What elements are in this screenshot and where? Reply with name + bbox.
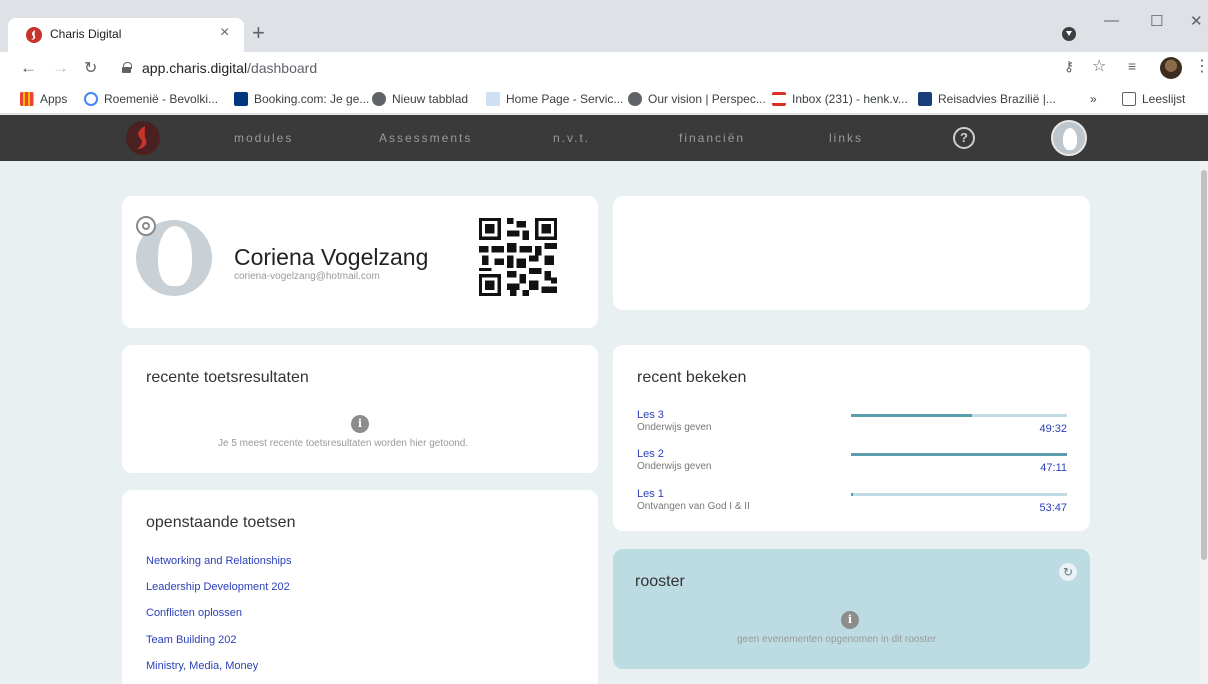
minimize-icon[interactable]: — — [1104, 12, 1119, 29]
gmail-icon — [772, 92, 786, 106]
new-tab-button[interactable]: + — [252, 22, 265, 44]
tab-search-icon[interactable] — [1062, 27, 1076, 41]
lock-icon[interactable] — [122, 62, 132, 73]
progress-bar — [851, 414, 1067, 417]
media-control-icon[interactable]: ≡ — [1128, 58, 1136, 74]
bookmark-item[interactable]: Our vision | Perspec... — [628, 92, 766, 106]
recent-item[interactable]: Les 2 Onderwijs geven 47:11 — [637, 448, 1067, 480]
profile-name: Coriena Vogelzang — [234, 244, 429, 270]
url-text[interactable]: app.charis.digital/dashboard — [142, 60, 317, 76]
chrome-icon — [372, 92, 386, 106]
progress-bar — [851, 453, 1067, 456]
bookmarks-overflow-icon[interactable]: » — [1090, 92, 1097, 106]
nav-assessments[interactable]: Assessments — [379, 131, 472, 145]
recent-item[interactable]: Les 1 Ontvangen van God I & II 53:47 — [637, 488, 1067, 520]
charis-logo-icon[interactable] — [126, 121, 160, 155]
recently-viewed-card: recent bekeken Les 3 Onderwijs geven 49:… — [613, 345, 1090, 531]
schedule-card: rooster ↻ i geen evenementen opgenomen i… — [613, 549, 1090, 669]
open-test-link[interactable]: Conflicten oplossen — [146, 607, 242, 619]
info-icon: i — [351, 415, 369, 433]
bookmark-item[interactable]: Roemenië - Bevolki... — [84, 92, 218, 106]
open-test-link[interactable]: Leadership Development 202 — [146, 581, 290, 593]
browser-tab[interactable]: Charis Digital × — [8, 18, 244, 52]
bookmark-item[interactable]: Home Page - Servic... — [486, 92, 623, 106]
star-icon[interactable]: ☆ — [1092, 56, 1106, 76]
open-tests-title: openstaande toetsen — [146, 514, 296, 531]
globe-icon — [84, 92, 98, 106]
nav-links[interactable]: links — [829, 131, 863, 145]
recent-item-subtitle: Onderwijs geven — [637, 461, 712, 472]
profile-card: Coriena Vogelzang coriena-vogelzang@hotm… — [122, 196, 598, 328]
reading-list-button[interactable]: Leeslijst — [1122, 92, 1185, 106]
profile-email: coriena-vogelzang@hotmail.com — [234, 271, 380, 282]
nav-modules[interactable]: modules — [234, 131, 293, 145]
user-avatar-icon[interactable] — [1051, 120, 1087, 156]
bookmark-item[interactable]: Booking.com: Je ge... — [234, 92, 369, 106]
chrome-icon — [628, 92, 642, 106]
menu-icon[interactable]: ⋮ — [1194, 56, 1208, 76]
scrollbar-thumb[interactable] — [1201, 170, 1207, 560]
recent-results-empty-message: Je 5 meest recente toetsresultaten worde… — [218, 438, 469, 449]
close-window-icon[interactable]: ✕ — [1190, 12, 1203, 30]
info-icon: i — [841, 611, 859, 629]
bookmark-item[interactable]: Nieuw tabblad — [372, 92, 468, 106]
open-test-link[interactable]: Networking and Relationships — [146, 555, 292, 567]
browser-tab-strip: Charis Digital × + — ☐ ✕ — [0, 0, 1208, 52]
tab-title: Charis Digital — [50, 27, 122, 41]
recent-item-title[interactable]: Les 1 — [637, 488, 664, 500]
schedule-title: rooster — [635, 573, 685, 590]
schedule-empty-message: geen evenementen opgenomen in dit rooste… — [737, 634, 937, 645]
recent-item-time: 47:11 — [1040, 462, 1067, 474]
recently-viewed-title: recent bekeken — [637, 369, 747, 386]
key-icon[interactable]: ⚷ — [1064, 58, 1074, 75]
open-test-link[interactable]: Ministry, Media, Money — [146, 660, 258, 672]
site-navbar: modules Assessments n.v.t. financiën lin… — [0, 115, 1208, 161]
progress-fill — [851, 493, 854, 496]
profile-avatar-icon[interactable] — [1160, 57, 1182, 79]
reload-icon[interactable]: ↻ — [84, 58, 97, 78]
refresh-icon[interactable]: ↻ — [1059, 563, 1077, 581]
maximize-icon[interactable]: ☐ — [1150, 12, 1163, 30]
recent-item-subtitle: Ontvangen van God I & II — [637, 501, 750, 512]
back-icon[interactable]: ← — [20, 58, 37, 78]
recent-results-card: recente toetsresultaten i Je 5 meest rec… — [122, 345, 598, 473]
recent-item[interactable]: Les 3 Onderwijs geven 49:32 — [637, 409, 1067, 441]
address-bar[interactable]: app.charis.digital/dashboard — [112, 56, 1048, 82]
bookmark-item[interactable]: Reisadvies Brazilië |... — [918, 92, 1056, 106]
recent-item-time: 49:32 — [1039, 423, 1067, 435]
recent-item-subtitle: Onderwijs geven — [637, 422, 712, 433]
nav-nvt[interactable]: n.v.t. — [553, 131, 590, 145]
bookmark-apps[interactable]: Apps — [20, 92, 67, 106]
open-tests-card: openstaande toetsen Networking and Relat… — [122, 490, 598, 684]
browser-toolbar: ← → ↻ app.charis.digital/dashboard ⚷ ☆ ≡… — [0, 52, 1208, 86]
open-test-link[interactable]: Team Building 202 — [146, 634, 237, 646]
document-icon — [486, 92, 500, 106]
help-icon[interactable]: ? — [953, 127, 975, 149]
recent-results-title: recente toetsresultaten — [146, 369, 309, 386]
nav-financien[interactable]: financiën — [679, 131, 745, 145]
bookmark-item[interactable]: Inbox (231) - henk.v... — [772, 92, 908, 106]
empty-card — [613, 196, 1090, 310]
camera-icon[interactable] — [136, 216, 156, 236]
close-tab-icon[interactable]: × — [220, 24, 229, 42]
qr-code-icon[interactable] — [478, 218, 558, 296]
progress-fill — [851, 414, 972, 417]
charis-favicon-icon — [26, 27, 42, 43]
flag-icon — [918, 92, 932, 106]
forward-icon[interactable]: → — [52, 58, 69, 78]
reading-list-icon — [1122, 92, 1136, 106]
recent-item-time: 53:47 — [1039, 502, 1067, 514]
apps-grid-icon — [20, 92, 34, 106]
recent-item-title[interactable]: Les 2 — [637, 448, 664, 460]
progress-fill — [851, 453, 1067, 456]
recent-item-title[interactable]: Les 3 — [637, 409, 664, 421]
bookmarks-bar: Apps Roemenië - Bevolki... Booking.com: … — [0, 86, 1208, 114]
progress-bar — [851, 493, 1067, 496]
booking-icon — [234, 92, 248, 106]
